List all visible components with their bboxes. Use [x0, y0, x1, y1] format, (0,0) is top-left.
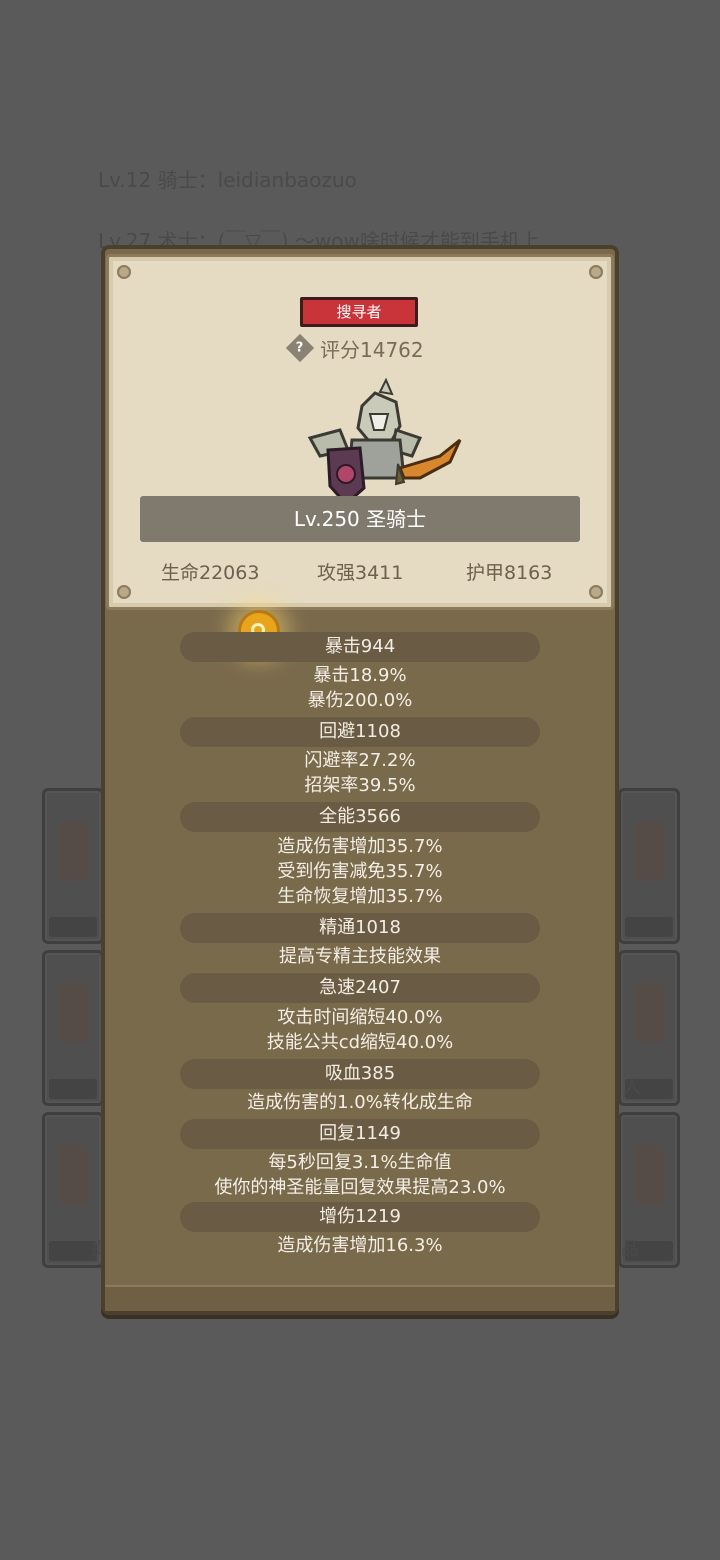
- stat-detail: 每5秒回复3.1%生命值: [268, 1152, 452, 1173]
- side-card-left-3: 提: [42, 1112, 109, 1268]
- side-card-left-1: [42, 788, 104, 944]
- stat-detail: 攻击时间缩短40.0%: [277, 1007, 443, 1028]
- stat-detail: 技能公共cd缩短40.0%: [266, 1032, 454, 1053]
- help-icon[interactable]: ?: [285, 333, 315, 363]
- stat-header-versatility: 全能3566: [180, 802, 540, 832]
- chat-line-1: Lv.12 骑士：leidianbaozuo: [98, 168, 357, 192]
- side-card-left-2: [42, 950, 104, 1106]
- side-card-label: 品: [621, 1239, 639, 1260]
- stat-header-haste: 急速2407: [180, 973, 540, 1003]
- stat-detail: 使你的神圣能量回复效果提高23.0%: [214, 1177, 506, 1198]
- stat-detail: 提高专精主技能效果: [279, 946, 441, 967]
- score-row: ? 评分14762: [285, 333, 424, 363]
- side-card-label: 人: [623, 1077, 641, 1098]
- side-card-right-3: 品: [618, 1112, 680, 1268]
- side-card-right-2: 人: [618, 950, 680, 1106]
- stat-header-crit: 暴击944: [180, 632, 540, 662]
- attack-stat: 攻强3411: [317, 562, 404, 584]
- stat-detail: 暴伤200.0%: [307, 690, 413, 711]
- stat-detail: 招架率39.5%: [304, 775, 416, 796]
- stat-header-damage-bonus: 增伤1219: [180, 1202, 540, 1232]
- score-value: 评分14762: [320, 337, 424, 362]
- side-card-right-1: [618, 788, 680, 944]
- stat-detail: 造成伤害的1.0%转化成生命: [247, 1092, 473, 1113]
- level-class-bar: Lv.250 圣骑士: [140, 496, 580, 542]
- stat-detail: 暴击18.9%: [313, 665, 407, 686]
- stat-header-leech: 吸血385: [180, 1059, 540, 1089]
- stat-detail: 受到伤害减免35.7%: [277, 861, 443, 882]
- hp-stat: 生命22063: [161, 562, 260, 584]
- stat-detail: 生命恢复增加35.7%: [277, 886, 443, 907]
- stat-detail: 闪避率27.2%: [304, 750, 416, 771]
- stat-detail: 造成伤害增加16.3%: [277, 1235, 443, 1256]
- title-badge[interactable]: 搜寻者: [300, 297, 418, 327]
- stat-header-mastery: 精通1018: [180, 913, 540, 943]
- stat-detail: 造成伤害增加35.7%: [277, 836, 443, 857]
- stat-header-avoidance: 回避1108: [180, 717, 540, 747]
- stat-header-regen: 回复1149: [180, 1119, 540, 1149]
- armor-stat: 护甲8163: [466, 562, 553, 584]
- paladin-character-sprite: [307, 378, 462, 507]
